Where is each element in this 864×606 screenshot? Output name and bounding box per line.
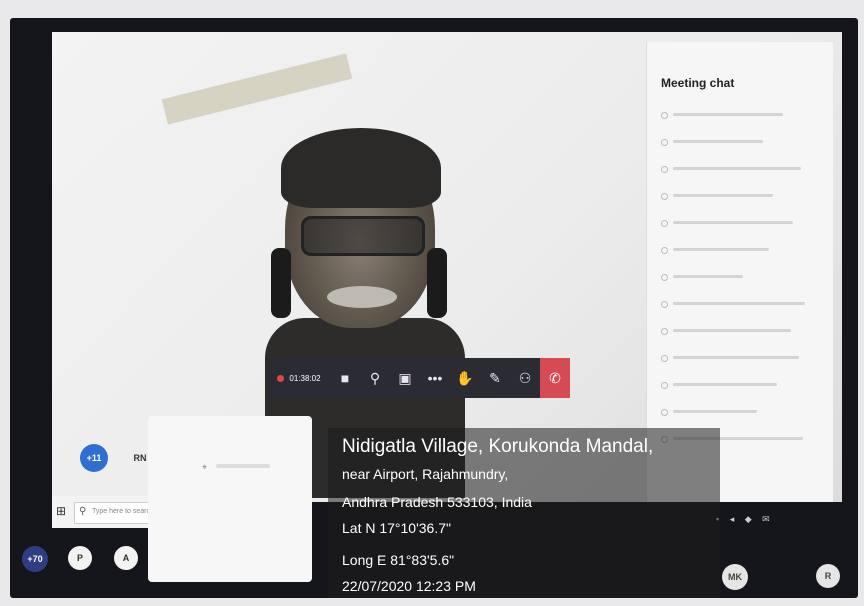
share-screen-icon[interactable]: ▣ [390, 358, 420, 398]
windows-taskbar: ⊞ ⚲ Type here to search [52, 496, 162, 528]
shared-location-tile[interactable]: ⌖ [148, 416, 312, 582]
participant-avatar-r[interactable]: R [816, 564, 840, 588]
participant-count-avatar[interactable]: +70 [22, 546, 48, 572]
geotag-line2: near Airport, Rajahmundry, [342, 466, 509, 482]
chat-message[interactable] [661, 324, 821, 351]
meeting-control-bar: 01:38:02 ■ ⚲ ▣ ••• ✋ ✎ ⚇ ✆ [268, 358, 570, 398]
monitor-screen: Meeting chat 01:38:02 ■ ⚲ ▣ ••• ✋ ✎ ⚇ ✆ … [10, 18, 858, 598]
geotag-longitude: Long E 81°83'5.6" [342, 552, 455, 568]
sender-icon [661, 139, 668, 146]
sender-icon [661, 166, 668, 173]
raise-hand-icon[interactable]: ✋ [450, 358, 480, 398]
sender-icon [661, 247, 668, 254]
timer-value: 01:38:02 [289, 373, 321, 383]
chat-message[interactable] [661, 378, 821, 405]
location-pin-icon: ⌖ [202, 462, 208, 472]
chat-message[interactable] [661, 108, 821, 135]
geotag-latitude: Lat N 17°10'36.7" [342, 520, 451, 536]
chat-message[interactable] [661, 135, 821, 162]
chat-message-list [661, 108, 821, 459]
participant-avatar-a[interactable]: A [114, 546, 138, 570]
person-hair [281, 128, 441, 208]
chat-message[interactable] [661, 270, 821, 297]
sender-icon [661, 328, 668, 335]
participants-icon[interactable]: ⚇ [510, 358, 540, 398]
geotag-line1: Nidigatla Village, Korukonda Mandal, [342, 436, 654, 457]
participant-avatar-p[interactable]: P [68, 546, 92, 570]
chat-message[interactable] [661, 216, 821, 243]
sender-icon [661, 409, 668, 416]
chat-message[interactable] [661, 243, 821, 270]
sender-icon [661, 220, 668, 227]
tile-text-placeholder [216, 464, 270, 468]
sender-icon [661, 193, 668, 200]
sender-icon [661, 355, 668, 362]
sender-icon [661, 301, 668, 308]
sender-icon [661, 382, 668, 389]
microphone-icon[interactable]: ⚲ [360, 358, 390, 398]
camera-icon[interactable]: ■ [330, 358, 360, 398]
meeting-timer: 01:38:02 [268, 358, 330, 398]
chat-title: Meeting chat [661, 76, 735, 90]
person-mustache [327, 286, 397, 308]
headset-right [427, 248, 447, 318]
sender-icon [661, 112, 668, 119]
hang-up-icon[interactable]: ✆ [540, 358, 570, 398]
more-icon[interactable]: ••• [420, 358, 450, 398]
ceiling-light [161, 53, 353, 125]
gps-geotag-overlay: Nidigatla Village, Korukonda Mandal, nea… [328, 428, 720, 598]
participant-avatar-mk[interactable]: MK [722, 564, 748, 590]
system-tray: ▪ ◂ ◆ ✉ [716, 514, 774, 524]
sender-icon [661, 274, 668, 281]
record-dot-icon [277, 374, 285, 382]
chat-message[interactable] [661, 297, 821, 324]
participant-overflow-avatar[interactable]: +11 [80, 444, 108, 472]
windows-start-icon[interactable]: ⊞ [56, 505, 68, 517]
chat-icon[interactable]: ✎ [480, 358, 510, 398]
person-glasses [301, 216, 425, 256]
search-icon: ⚲ [79, 506, 87, 517]
chat-message[interactable] [661, 189, 821, 216]
chat-message[interactable] [661, 351, 821, 378]
geotag-line3: Andhra Pradesh 533103, India [342, 494, 532, 510]
headset-left [271, 248, 291, 318]
chat-message[interactable] [661, 162, 821, 189]
geotag-datetime: 22/07/2020 12:23 PM [342, 578, 476, 594]
search-placeholder: Type here to search [92, 508, 154, 515]
